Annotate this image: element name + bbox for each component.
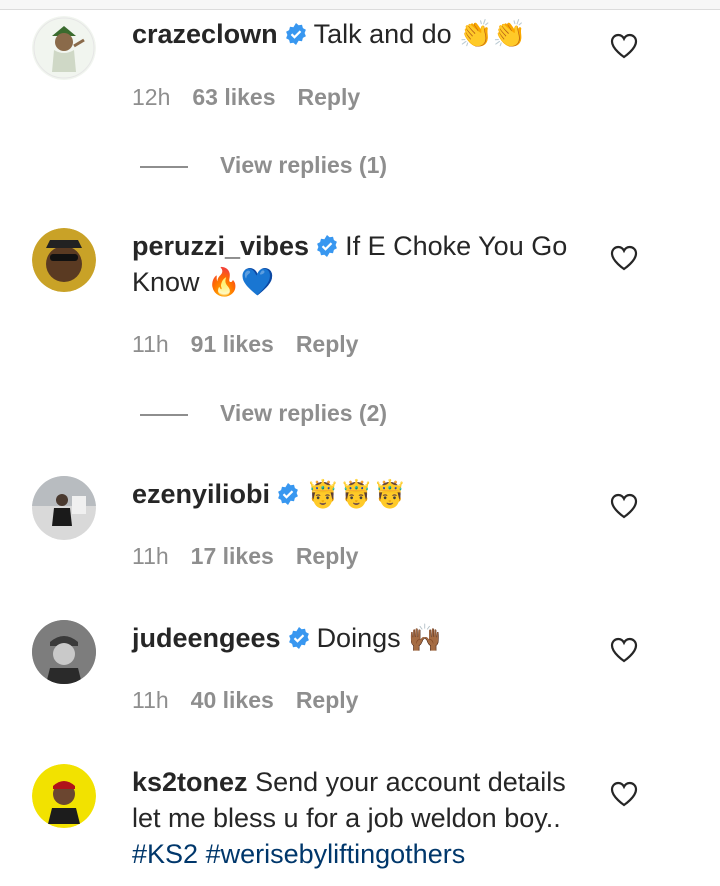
comment-likes[interactable]: 63 likes [192, 84, 275, 110]
comment-body: ks2tonez Send your account details let m… [132, 764, 592, 872]
hashtag-link[interactable]: #KS2 [132, 839, 198, 869]
comment-username[interactable]: ks2tonez [132, 767, 248, 797]
comment-meta: 11h 17 likes Reply [132, 543, 380, 570]
comment-likes[interactable]: 40 likes [191, 687, 274, 713]
verified-badge-icon [287, 626, 311, 650]
avatar[interactable] [32, 620, 96, 684]
verified-badge-icon [284, 22, 308, 46]
comment-username[interactable]: ezenyiliobi [132, 479, 270, 509]
comment-username[interactable]: peruzzi_vibes [132, 231, 309, 261]
comment-time: 11h [132, 331, 169, 357]
comment-meta: 12h 63 likes Reply [132, 84, 382, 111]
heart-icon[interactable] [610, 33, 638, 59]
comment-text: Talk and do 👏👏 [313, 19, 527, 49]
verified-badge-icon [315, 234, 339, 258]
heart-icon[interactable] [610, 245, 638, 271]
view-replies-button[interactable]: View replies (1) [140, 152, 387, 179]
comment-time: 12h [132, 84, 171, 110]
comment-body: judeengees Doings 🙌🏾 [132, 620, 592, 656]
heart-icon[interactable] [610, 637, 638, 663]
comment-body: peruzzi_vibes If E Choke You Go Know 🔥💙 [132, 228, 592, 300]
comment-username[interactable]: judeengees [132, 623, 281, 653]
heart-icon[interactable] [610, 493, 638, 519]
comment-time: 11h [132, 687, 169, 713]
comment-likes[interactable]: 17 likes [191, 543, 274, 569]
avatar[interactable] [32, 228, 96, 292]
comment-body: ezenyiliobi 🤴🤴🤴 [132, 476, 592, 512]
view-replies-label: View replies (2) [220, 400, 388, 426]
comment-meta: 11h 91 likes Reply [132, 331, 380, 358]
comment-time: 11h [132, 543, 169, 569]
reply-button[interactable]: Reply [296, 331, 359, 357]
hashtag-link[interactable]: #werisebyliftingothers [206, 839, 466, 869]
avatar[interactable] [32, 16, 96, 80]
comment-likes[interactable]: 91 likes [191, 331, 274, 357]
comment-body: crazeclown Talk and do 👏👏 [132, 16, 592, 52]
comment-text: 🤴🤴🤴 [306, 479, 407, 509]
avatar[interactable] [32, 476, 96, 540]
verified-badge-icon [276, 482, 300, 506]
comment-username[interactable]: crazeclown [132, 19, 278, 49]
reply-button[interactable]: Reply [296, 543, 359, 569]
view-replies-button[interactable]: View replies (2) [140, 400, 387, 427]
comment-meta: 11h 40 likes Reply [132, 687, 380, 714]
avatar[interactable] [32, 764, 96, 828]
top-border [0, 0, 720, 10]
reply-button[interactable]: Reply [296, 687, 359, 713]
replies-divider [140, 165, 188, 168]
reply-button[interactable]: Reply [298, 84, 361, 110]
view-replies-label: View replies (1) [220, 152, 388, 178]
replies-divider [140, 413, 188, 416]
comment-text: Doings 🙌🏾 [316, 623, 442, 653]
heart-icon[interactable] [610, 781, 638, 807]
